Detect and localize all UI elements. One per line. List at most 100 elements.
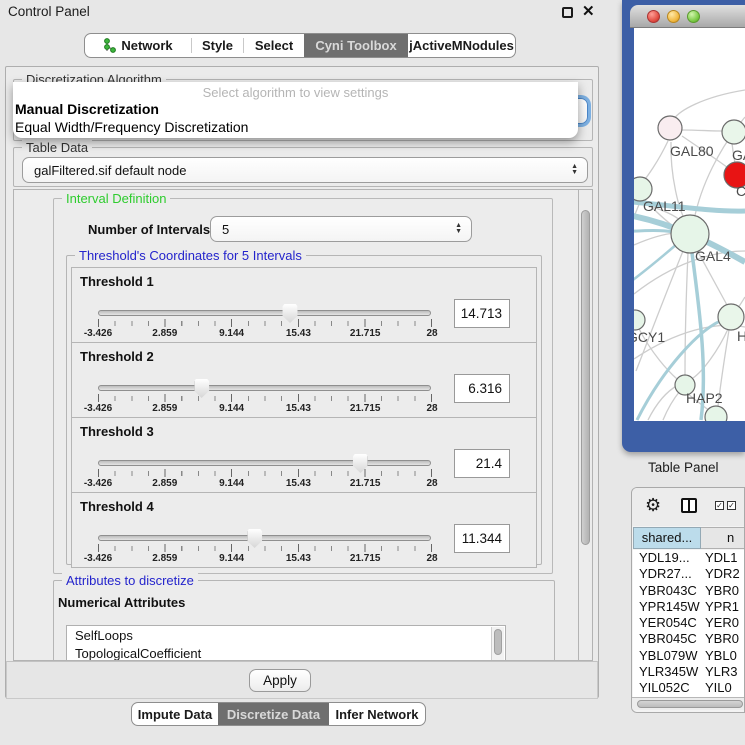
interval-definition-label: Interval Definition	[62, 191, 170, 206]
network-edge[interactable]	[642, 141, 668, 183]
network-graph: GAL80GACGAL11GAL4GCY1HHAP2	[634, 28, 745, 421]
network-node-label: GA	[732, 147, 745, 163]
cell: YDL19...	[633, 550, 702, 566]
cell: YBR045C	[633, 631, 702, 647]
network-edge[interactable]	[674, 90, 745, 119]
settings-scrollpane: Interval Definition Number of Intervals …	[13, 189, 593, 661]
cell: YDL1	[702, 550, 745, 566]
table-row[interactable]: YDR27...YDR2	[633, 566, 745, 582]
threshold-panel: Threshold 3 -3.426 2.859 9.144 15.43 21.…	[71, 417, 537, 493]
network-node[interactable]	[705, 406, 727, 421]
threshold-panel: Threshold 2 -3.426 2.859 9.144 15.43 21.…	[71, 342, 537, 418]
minimize-traffic-light-icon[interactable]	[667, 10, 680, 23]
tick-label: 28	[426, 328, 437, 339]
tab-style[interactable]: Style	[192, 34, 243, 57]
list-item[interactable]: TopologicalCoefficient	[67, 644, 505, 661]
close-icon[interactable]: ✕	[582, 2, 595, 20]
tab-infer-network[interactable]: Infer Network	[329, 703, 425, 725]
table-row[interactable]: YLR345WYLR3	[633, 664, 745, 680]
panel-title: Control Panel	[8, 4, 90, 19]
checkbox-icon[interactable]: ✓	[727, 501, 736, 510]
tab-network[interactable]: Network	[85, 34, 191, 57]
zoom-traffic-light-icon[interactable]	[687, 10, 700, 23]
dropdown-option-manual[interactable]: Manual Discretization	[15, 101, 159, 117]
dropdown-option-equal-width[interactable]: Equal Width/Frequency Discretization	[15, 119, 248, 135]
threshold-slider[interactable]	[98, 460, 431, 466]
numerical-attributes-list[interactable]: SelfLoops TopologicalCoefficient Between…	[66, 625, 506, 661]
table-row[interactable]: YBL079WYBL0	[633, 648, 745, 664]
slider-tick-labels: -3.426 2.859 9.144 15.43 21.715 28	[98, 478, 432, 490]
cell: YBR0	[702, 583, 745, 599]
cell: YBR0	[702, 631, 745, 647]
apply-button[interactable]: Apply	[249, 669, 311, 692]
threshold-value-field[interactable]: 6.316	[454, 374, 510, 403]
threshold-slider[interactable]	[98, 535, 431, 541]
network-edge[interactable]	[634, 231, 674, 233]
table-row[interactable]: YBR045CYBR0	[633, 631, 745, 647]
column-header-shared-name[interactable]: shared...	[633, 527, 701, 549]
table-row[interactable]: YIL052CYIL0	[633, 680, 745, 696]
table-row[interactable]: YPR145WYPR1	[633, 599, 745, 615]
list-item[interactable]: SelfLoops	[67, 626, 505, 644]
tab-select[interactable]: Select	[244, 34, 304, 57]
list-scrollbar[interactable]	[491, 627, 504, 661]
threshold-slider[interactable]	[98, 385, 431, 391]
gear-icon[interactable]: ⚙	[645, 495, 661, 516]
float-window-icon[interactable]	[562, 7, 573, 18]
table-row[interactable]: YDL19...YDL1	[633, 550, 745, 566]
tab-impute-data[interactable]: Impute Data	[132, 703, 218, 725]
cell: YDR2	[702, 566, 745, 582]
tick-label: 21.715	[350, 553, 381, 564]
network-node-label: GCY1	[634, 329, 665, 345]
tab-jactivemnodules-label: jActiveMNodules	[409, 38, 514, 53]
checkbox-icon[interactable]: ✓	[715, 501, 724, 510]
network-edge[interactable]	[634, 233, 675, 245]
tick-label: 9.144	[219, 403, 244, 414]
network-node[interactable]	[718, 304, 744, 330]
network-edge[interactable]	[682, 130, 722, 131]
tab-impute-data-label: Impute Data	[138, 707, 212, 722]
close-traffic-light-icon[interactable]	[647, 10, 660, 23]
tick-label: 28	[426, 403, 437, 414]
tab-discretize-data[interactable]: Discretize Data	[218, 703, 329, 725]
network-edge[interactable]	[634, 202, 640, 247]
network-canvas[interactable]: GAL80GACGAL11GAL4GCY1HHAP2	[634, 28, 745, 421]
table-scrollbar-thumb[interactable]	[637, 700, 743, 708]
cell: YER054C	[633, 615, 702, 631]
columns-icon[interactable]	[681, 498, 697, 513]
threshold-value-field[interactable]: 11.344	[454, 524, 510, 553]
list-scrollbar-thumb[interactable]	[494, 629, 502, 655]
table-panel-title: Table Panel	[648, 460, 719, 475]
network-node[interactable]	[722, 120, 745, 144]
tab-style-label: Style	[202, 38, 233, 53]
tick-label: 9.144	[219, 328, 244, 339]
tick-label: 2.859	[152, 328, 177, 339]
cell: YLR345W	[633, 664, 702, 680]
table-data-combobox[interactable]: galFiltered.sif default node ▲▼	[22, 157, 588, 183]
cyni-mode-tabbar: Impute Data Discretize Data Infer Networ…	[131, 702, 426, 726]
table-horizontal-scrollbar[interactable]	[632, 697, 744, 710]
tab-cyni-toolbox[interactable]: Cyni Toolbox	[304, 34, 408, 57]
table-row[interactable]: YER054CYER0	[633, 615, 745, 631]
tab-jactivemnodules[interactable]: jActiveMNodules	[408, 34, 515, 57]
slider-major-ticks	[98, 469, 432, 477]
column-header-name[interactable]: n	[701, 527, 745, 549]
network-window-titlebar[interactable]	[630, 5, 745, 28]
network-edge[interactable]	[685, 253, 688, 375]
tick-label: 28	[426, 553, 437, 564]
threshold-value-field[interactable]: 21.4	[454, 449, 510, 478]
table-row[interactable]: YBR043CYBR0	[633, 583, 745, 599]
slider-tick-labels: -3.426 2.859 9.144 15.43 21.715 28	[98, 328, 432, 340]
network-node[interactable]	[658, 116, 682, 140]
threshold-value-field[interactable]: 14.713	[454, 299, 510, 328]
network-node[interactable]	[634, 310, 645, 330]
interval-definition-group: Interval Definition Number of Intervals …	[53, 198, 553, 574]
tab-cyni-toolbox-label: Cyni Toolbox	[315, 38, 396, 53]
number-of-intervals-combobox[interactable]: 5 ▲▼	[210, 216, 472, 242]
settings-vertical-scrollbar[interactable]	[578, 190, 592, 660]
slider-tick-labels: -3.426 2.859 9.144 21.715 15.43 28	[98, 553, 432, 565]
cyni-toolbox-panel: Discretization Algorithm ▲▼ Table Data g…	[5, 66, 599, 698]
settings-scrollbar-thumb[interactable]	[581, 210, 590, 545]
threshold-slider[interactable]	[98, 310, 431, 316]
network-node-label: C	[736, 183, 745, 199]
